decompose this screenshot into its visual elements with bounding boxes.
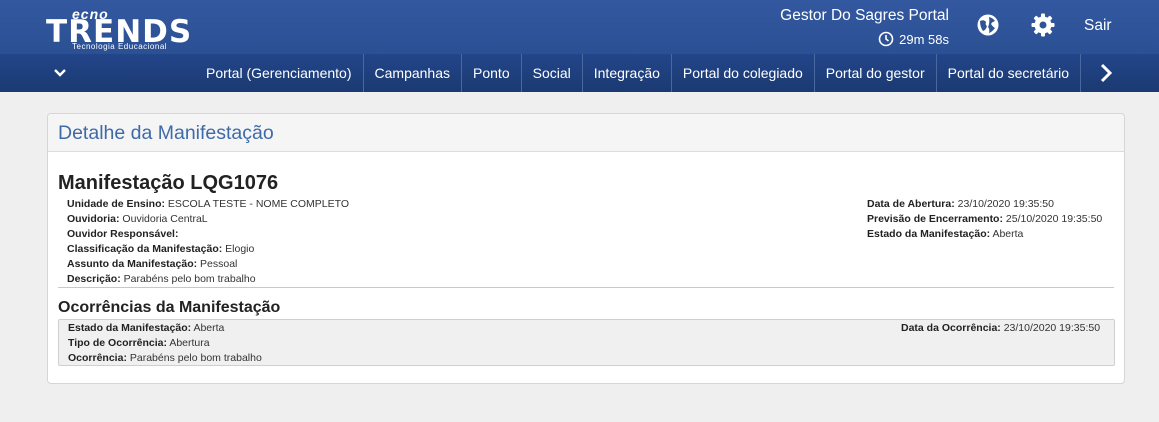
field-value: Parabéns pelo bom trabalho [126,352,262,364]
nav-items: Portal (Gerenciamento) Campanhas Ponto Soci… [195,54,1091,92]
field-label: Ouvidor Responsável: [67,228,179,240]
user-name: Gestor Do Sagres Portal [780,7,949,24]
field-value: 23/10/2020 19:35:50 [1000,322,1101,334]
field-value: Aberta [990,228,1024,240]
nav-item[interactable]: Ponto [462,54,522,92]
field-value: Abertura [167,337,210,349]
field-value: ESCOLA TESTE - NOME COMPLETO [165,198,350,210]
nav-item[interactable]: Portal do secretário [937,54,1082,92]
occurrence-right-fields: Data da Ocorrência: 23/10/2020 19:35:50 [901,321,1100,336]
field-line: Ouvidor Responsável: [67,227,349,242]
top-header: ecno TRENDS Tecnologia Educacional Gesto… [0,0,1159,54]
field-line: Classificação da Manifestação: Elogio [67,242,349,257]
nav-item[interactable]: Portal do gestor [815,54,937,92]
nav-item[interactable]: Portal (Gerenciamento) [195,54,364,92]
manifest-right-fields: Data de Abertura: 23/10/2020 19:35:50 Pre… [867,197,1102,242]
field-label: Estado da Manifestação: [867,228,991,240]
section-divider [58,287,1114,288]
main-nav: Portal (Gerenciamento) Campanhas Ponto Soci… [0,54,1159,92]
field-line: Estado da Manifestação: Aberta [68,321,262,336]
nav-item[interactable]: Portal do colegiado [672,54,815,92]
occurrence-box: Estado da Manifestação: Aberta Tipo de Oc… [58,319,1115,366]
field-label: Unidade de Ensino: [67,198,166,210]
nav-item[interactable]: Campanhas [364,54,463,92]
field-label: Data da Ocorrência: [901,322,1001,334]
nav-item[interactable]: Social [522,54,583,92]
field-value: 23/10/2020 19:35:50 [954,198,1054,210]
field-line: Data da Ocorrência: 23/10/2020 19:35:50 [901,321,1100,336]
field-label: Data de Abertura: [867,198,955,210]
field-value: Parabéns pelo bom trabalho [120,273,256,285]
field-line: Unidade de Ensino: ESCOLA TESTE - NOME C… [67,197,349,212]
chevron-down-icon[interactable] [52,66,68,80]
manifest-detail-panel: Detalhe da Manifestação Manifestação LQG… [47,113,1125,384]
manifest-title: Manifestação LQG1076 [58,172,279,194]
gear-icon[interactable] [1030,12,1056,38]
field-value: Elogio [222,243,255,255]
nav-item[interactable]: Integração [583,54,672,92]
field-label: Assunto da Manifestação: [67,258,198,270]
field-line: Ouvidoria: Ouvidoria CentraL [67,212,349,227]
field-line: Descrição: Parabéns pelo bom trabalho [67,272,349,287]
field-label: Descrição: [67,273,121,285]
timer-text: 29m 58s [899,31,949,47]
field-line: Data de Abertura: 23/10/2020 19:35:50 [867,197,1102,212]
field-label: Estado da Manifestação: [68,322,192,334]
field-label: Classificação da Manifestação: [67,243,223,255]
manifest-left-fields: Unidade de Ensino: ESCOLA TESTE - NOME C… [67,197,349,287]
field-label: Ocorrência: [68,352,127,364]
field-line: Tipo de Ocorrência: Abertura [68,336,262,351]
panel-title: Detalhe da Manifestação [58,122,274,144]
chevron-right-icon[interactable] [1097,63,1115,83]
field-value: Aberta [191,322,225,334]
field-line: Ocorrência: Parabéns pelo bom trabalho [68,351,262,366]
field-label: Previsão de Encerramento: [867,213,1003,225]
globe-icon[interactable] [976,13,1000,37]
field-value: 25/10/2020 19:35:50 [1002,213,1103,225]
field-line: Estado da Manifestação: Aberta [867,227,1102,242]
clock-icon [878,31,894,47]
field-line: Assunto da Manifestação: Pessoal [67,257,349,272]
occurrence-left-fields: Estado da Manifestação: Aberta Tipo de Oc… [68,321,262,366]
session-timer: 29m 58s [878,31,949,47]
field-value: Pessoal [197,258,238,270]
field-line: Previsão de Encerramento: 25/10/2020 19:… [867,212,1102,227]
occurrences-title: Ocorrências da Manifestação [58,299,281,316]
logo-tagline: Tecnologia Educacional [72,42,168,51]
field-value: Ouvidoria CentraL [119,213,208,225]
field-label: Ouvidoria: [67,213,120,225]
logout-link[interactable]: Sair [1084,17,1112,35]
tecnotrends-logo[interactable]: ecno TRENDS Tecnologia Educacional [44,6,204,51]
field-label: Tipo de Ocorrência: [68,337,167,349]
